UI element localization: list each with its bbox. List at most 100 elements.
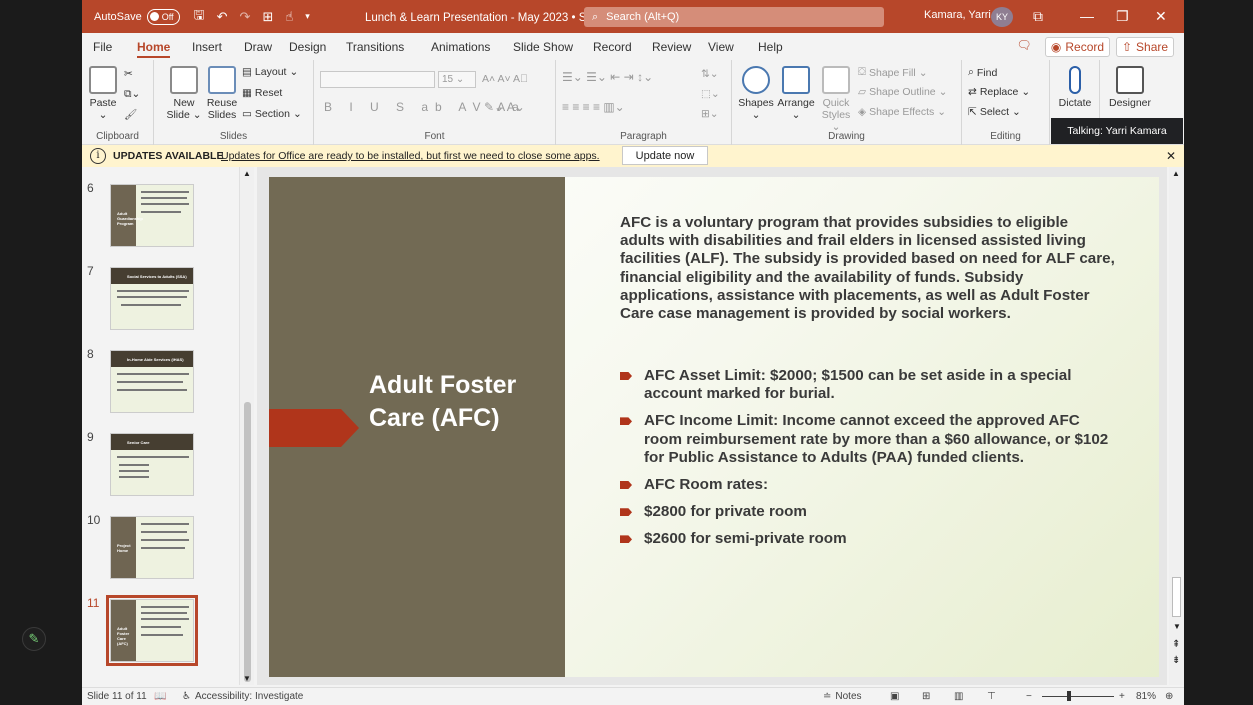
reset-button[interactable]: ▦ Reset xyxy=(242,87,282,99)
slide-show-icon[interactable]: ⊤ xyxy=(987,691,996,702)
find-button[interactable]: ⌕ Find xyxy=(968,66,997,79)
normal-view-icon[interactable]: ▣ xyxy=(890,691,899,702)
tab-insert[interactable]: Insert xyxy=(192,40,222,54)
share-button[interactable]: ⇧ Share xyxy=(1116,37,1174,57)
tab-animations[interactable]: Animations xyxy=(431,40,490,54)
restore-icon[interactable]: ❐ xyxy=(1116,8,1129,25)
slide-bullet-list[interactable]: AFC Asset Limit: $2000; $1500 can be set… xyxy=(620,367,1115,558)
text-direction-icon[interactable]: ⇅⌄ xyxy=(701,68,719,80)
scroll-down-icon[interactable]: ▼ xyxy=(1173,622,1181,631)
designer-button[interactable]: Designer xyxy=(1106,66,1154,109)
copy-icon[interactable]: ⧉⌄ xyxy=(124,88,140,101)
scroll-up-icon[interactable]: ▲ xyxy=(1172,169,1180,178)
previous-slide-icon[interactable]: ⇞ xyxy=(1172,639,1180,650)
tab-home[interactable]: Home xyxy=(137,40,171,58)
comments-icon[interactable]: 🗨 xyxy=(1013,38,1035,56)
fit-to-window-icon[interactable]: ⊕ xyxy=(1165,691,1173,702)
zoom-out-icon[interactable]: − xyxy=(1026,691,1032,702)
notes-button[interactable]: ≐ Notes xyxy=(823,691,862,702)
new-slide-button[interactable]: New Slide ⌄ xyxy=(166,66,202,121)
select-button[interactable]: ⇱ Select ⌄ xyxy=(968,106,1021,118)
dictate-button[interactable]: Dictate xyxy=(1056,66,1094,109)
spelling-icon[interactable]: 📖 xyxy=(154,691,166,702)
font-size-select[interactable]: 15 ⌄ xyxy=(438,71,476,88)
alignment-icons[interactable]: ≡ ≡ ≡ ≡ ▥⌄ xyxy=(562,100,625,114)
designer-label: Designer xyxy=(1108,97,1152,109)
tab-draw[interactable]: Draw xyxy=(244,40,272,54)
tab-transitions[interactable]: Transitions xyxy=(346,40,404,54)
tab-review[interactable]: Review xyxy=(652,40,691,54)
scroll-up-icon[interactable]: ▲ xyxy=(243,169,251,178)
section-button[interactable]: ▭ Section ⌄ xyxy=(242,108,302,120)
autosave-toggle[interactable]: Off xyxy=(146,8,180,25)
save-icon[interactable]: 🖫 xyxy=(194,6,205,28)
smartart-icon[interactable]: ⊞⌄ xyxy=(701,108,719,120)
editor-scrollbar[interactable]: ▲ ▼ ⇞ ⇟ xyxy=(1169,167,1184,685)
layout-button[interactable]: ▤ Layout ⌄ xyxy=(242,66,298,78)
undo-icon[interactable]: ↶ xyxy=(217,9,228,25)
slide-thumbnail-selected[interactable]: Adult Foster Care (AFC) xyxy=(106,595,198,666)
tab-file[interactable]: File xyxy=(93,40,112,54)
slide-title[interactable]: Adult Foster Care (AFC) xyxy=(369,369,559,435)
format-painter-icon[interactable]: 🖌 xyxy=(124,108,137,121)
zoom-level[interactable]: 81% xyxy=(1136,691,1156,702)
ribbon-tabs: File Home Insert Draw Design Transitions… xyxy=(82,33,1184,60)
zoom-in-icon[interactable]: + xyxy=(1119,691,1125,702)
close-icon[interactable]: ✕ xyxy=(1166,149,1176,163)
ribbon-display-icon[interactable]: ⧉ xyxy=(1033,8,1043,25)
scrollbar-thumb[interactable] xyxy=(244,402,251,682)
paste-button[interactable]: Paste ⌄ xyxy=(88,66,118,121)
tab-design[interactable]: Design xyxy=(289,40,326,54)
touch-mode-icon[interactable]: ☝ xyxy=(285,9,293,25)
next-slide-icon[interactable]: ⇟ xyxy=(1172,655,1180,666)
slide-thumbnail[interactable]: Social Services to Adults (SSA) xyxy=(110,267,194,330)
search-box[interactable]: ⌕ Search (Alt+Q) xyxy=(584,7,884,27)
tab-view[interactable]: View xyxy=(708,40,734,54)
list-indent-icons[interactable]: ☰⌄ ☰⌄ ⇤ ⇥ ↕⌄ xyxy=(562,70,653,84)
slide-body-text[interactable]: AFC is a voluntary program that provides… xyxy=(620,214,1115,323)
record-button[interactable]: ◉ Record xyxy=(1045,37,1110,57)
autosave-control[interactable]: AutoSave Off xyxy=(94,8,180,25)
slide-sorter-icon[interactable]: ⊞ xyxy=(922,691,930,702)
bullet-arrow-icon xyxy=(620,481,632,490)
scrollbar-thumb[interactable] xyxy=(1172,577,1181,617)
text-line xyxy=(141,531,187,533)
thumbnail-scrollbar[interactable]: ▲ ▼ xyxy=(239,167,254,685)
align-text-icon[interactable]: ⬚⌄ xyxy=(701,88,720,100)
zoom-slider[interactable] xyxy=(1042,696,1114,697)
tab-record[interactable]: Record xyxy=(593,40,632,54)
accessibility-status[interactable]: ♿ Accessibility: Investigate xyxy=(182,691,303,702)
slide-thumbnail[interactable]: Project Home xyxy=(110,516,194,579)
customize-toolbar-icon[interactable]: ▾ xyxy=(305,11,310,22)
arrange-button[interactable]: Arrange ⌄ xyxy=(776,66,816,121)
tab-slide-show[interactable]: Slide Show xyxy=(513,40,573,54)
redo-icon[interactable]: ↷ xyxy=(240,9,251,25)
reuse-slides-button[interactable]: Reuse Slides xyxy=(204,66,240,121)
dictate-label: Dictate xyxy=(1058,97,1092,109)
zoom-slider-handle[interactable] xyxy=(1067,691,1071,701)
slide-thumbnail[interactable]: Senior Care xyxy=(110,433,194,496)
pen-tool-button[interactable]: ✎ xyxy=(22,627,46,651)
shapes-button[interactable]: Shapes ⌄ xyxy=(738,66,774,121)
replace-button[interactable]: ⇄ Replace ⌄ xyxy=(968,86,1030,98)
shape-effects-button[interactable]: ◈ Shape Effects ⌄ xyxy=(858,106,946,118)
highlight-font-color-icon[interactable]: ✎⌄ A⌄ xyxy=(484,100,525,114)
font-grow-shrink-icon[interactable]: A˄ A˅ A⃠ xyxy=(482,73,528,85)
minimize-icon[interactable]: — xyxy=(1080,8,1094,24)
reading-view-icon[interactable]: ▥ xyxy=(954,691,963,702)
slide-thumbnail[interactable]: Adult Guardianship Program xyxy=(110,184,194,247)
close-icon[interactable]: ✕ xyxy=(1155,8,1167,25)
cut-icon[interactable]: ✂ xyxy=(124,68,133,80)
tab-help[interactable]: Help xyxy=(758,40,783,54)
current-slide[interactable]: Adult Foster Care (AFC) AFC is a volunta… xyxy=(269,177,1159,677)
avatar[interactable]: KY xyxy=(991,7,1013,27)
present-icon[interactable]: ⊞ xyxy=(262,9,273,25)
shape-outline-button[interactable]: ▱ Shape Outline ⌄ xyxy=(858,86,947,98)
update-message-link[interactable]: Updates for Office are ready to be insta… xyxy=(221,150,600,162)
quick-styles-button[interactable]: Quick Styles ⌄ xyxy=(818,66,854,133)
slide-thumbnail[interactable]: In-Home Aide Services (IHAS) xyxy=(110,350,194,413)
scroll-down-icon[interactable]: ▼ xyxy=(243,674,251,683)
shape-fill-button[interactable]: ⛋ Shape Fill ⌄ xyxy=(858,66,928,79)
font-family-select[interactable] xyxy=(320,71,435,88)
update-now-button[interactable]: Update now xyxy=(622,146,708,165)
